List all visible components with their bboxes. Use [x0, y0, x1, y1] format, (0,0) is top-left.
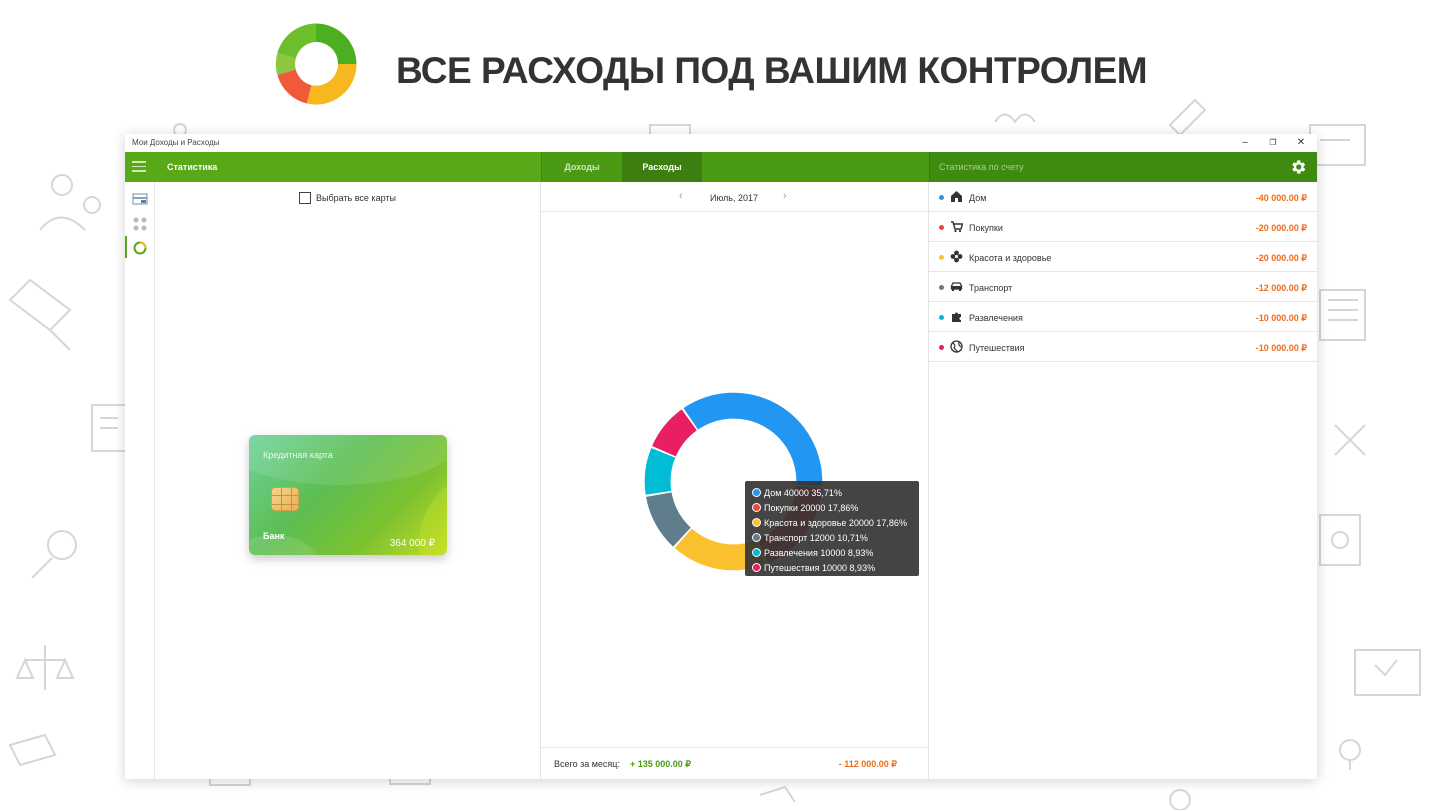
- category-row[interactable]: Красота и здоровье -20 000.00 ₽: [929, 242, 1317, 272]
- legend-dot-icon: [752, 533, 761, 542]
- totals-income: + 135 000.00 ₽: [630, 759, 692, 769]
- category-color-dot: [939, 285, 944, 290]
- tooltip-label: Дом 40000 35,71%: [764, 487, 842, 498]
- category-name: Покупки: [969, 223, 1003, 233]
- tabs-bar: Доходы Расходы: [541, 152, 929, 182]
- tooltip-label: Путешествия 10000 8,93%: [764, 562, 876, 573]
- tooltip-label: Развлечения 10000 8,93%: [764, 547, 874, 558]
- donut-logo-icon: [275, 23, 357, 105]
- category-amount: -10 000.00 ₽: [1255, 313, 1307, 323]
- tab-income[interactable]: Доходы: [542, 152, 622, 182]
- month-navigator: ‹ Июль, 2017 ›: [541, 182, 928, 212]
- card-name: Кредитная карта: [263, 450, 333, 460]
- chart-tooltip: Дом 40000 35,71% Покупки 20000 17,86% Крас…: [745, 481, 919, 576]
- category-amount: -40 000.00 ₽: [1255, 193, 1307, 203]
- category-row[interactable]: Дом -40 000.00 ₽: [929, 182, 1317, 212]
- legend-dot-icon: [752, 503, 761, 512]
- left-nav: [125, 182, 155, 779]
- cards-panel: Выбрать все карты Кредитная карта Банк 3…: [155, 182, 541, 779]
- category-row[interactable]: Путешествия -10 000.00 ₽: [929, 332, 1317, 362]
- tooltip-row: Дом 40000 35,71%: [752, 485, 912, 500]
- category-color-dot: [939, 195, 944, 200]
- category-amount: -12 000.00 ₽: [1255, 283, 1307, 293]
- chart-panel: ‹ Июль, 2017 › Дом 40000 35,71% Покупки 2…: [541, 182, 929, 779]
- totals-label: Всего за месяц:: [554, 759, 620, 769]
- maximize-button[interactable]: ❐: [1261, 135, 1285, 151]
- cart-icon: [951, 221, 963, 233]
- prev-month-button[interactable]: ‹: [679, 190, 683, 202]
- tooltip-row: Покупки 20000 17,86%: [752, 500, 912, 515]
- category-name: Транспорт: [969, 283, 1013, 293]
- close-button[interactable]: ✕: [1289, 135, 1313, 151]
- select-all-checkbox[interactable]: [299, 192, 311, 204]
- cards-icon[interactable]: [132, 191, 148, 207]
- section-title: Статистика: [167, 162, 218, 172]
- minimize-button[interactable]: –: [1233, 135, 1257, 151]
- category-list: Дом -40 000.00 ₽ Покупки -20 000.00 ₽ Красот…: [929, 182, 1317, 779]
- globe-icon: [950, 340, 963, 353]
- house-icon: [951, 191, 962, 202]
- window-titlebar: Мои Доходы и Расходы – ❐ ✕: [125, 134, 1317, 152]
- tooltip-label: Красота и здоровье 20000 17,86%: [764, 517, 907, 528]
- tooltip-label: Транспорт 12000 10,71%: [764, 532, 868, 543]
- donut-slice-1[interactable]: [683, 392, 823, 486]
- month-totals: Всего за месяц: + 135 000.00 ₽ - 112 000…: [541, 747, 928, 779]
- nav-active-indicator: [125, 236, 127, 258]
- account-stats-label: Статистика по счету: [939, 162, 1024, 172]
- window-title: Мои Доходы и Расходы: [132, 138, 220, 147]
- tooltip-row: Путешествия 10000 8,93%: [752, 560, 912, 575]
- month-label: Июль, 2017: [710, 193, 758, 203]
- gear-icon[interactable]: [1289, 158, 1307, 176]
- select-all-row[interactable]: Выбрать все карты: [299, 192, 396, 204]
- statistics-icon[interactable]: [132, 240, 148, 256]
- category-color-dot: [939, 345, 944, 350]
- legend-dot-icon: [752, 548, 761, 557]
- category-name: Красота и здоровье: [969, 253, 1052, 263]
- tooltip-row: Красота и здоровье 20000 17,86%: [752, 515, 912, 530]
- tooltip-row: Транспорт 12000 10,71%: [752, 530, 912, 545]
- category-color-dot: [939, 225, 944, 230]
- toolbar: Статистика Доходы Расходы Статистика по …: [125, 152, 1317, 182]
- category-row[interactable]: Развлечения -10 000.00 ₽: [929, 302, 1317, 332]
- toolbar-left: Статистика: [125, 152, 541, 182]
- categories-icon[interactable]: [132, 216, 148, 232]
- legend-dot-icon: [752, 518, 761, 527]
- tooltip-row: Развлечения 10000 8,93%: [752, 545, 912, 560]
- donut-slice-5[interactable]: [644, 447, 676, 495]
- hamburger-icon[interactable]: [132, 161, 146, 173]
- category-name: Путешествия: [969, 343, 1025, 353]
- card-chip-icon: [271, 487, 299, 511]
- puzzle-icon: [952, 312, 961, 322]
- category-row[interactable]: Транспорт -12 000.00 ₽: [929, 272, 1317, 302]
- category-amount: -20 000.00 ₽: [1255, 223, 1307, 233]
- totals-expense: - 112 000.00 ₽: [838, 759, 897, 769]
- tooltip-label: Покупки 20000 17,86%: [764, 502, 859, 513]
- car-icon: [950, 282, 963, 291]
- card-balance: 364 000 ₽: [389, 538, 435, 549]
- legend-dot-icon: [752, 563, 761, 572]
- category-name: Развлечения: [969, 313, 1023, 323]
- category-name: Дом: [969, 193, 987, 203]
- app-window: Мои Доходы и Расходы – ❐ ✕ Статистика До…: [125, 134, 1317, 779]
- category-color-dot: [939, 255, 944, 260]
- next-month-button[interactable]: ›: [783, 190, 787, 202]
- legend-dot-icon: [752, 488, 761, 497]
- tab-expenses[interactable]: Расходы: [622, 152, 702, 182]
- category-amount: -10 000.00 ₽: [1255, 343, 1307, 353]
- card-bank: Банк: [263, 531, 285, 541]
- category-color-dot: [939, 315, 944, 320]
- toolbar-right: Статистика по счету: [929, 152, 1317, 182]
- category-amount: -20 000.00 ₽: [1255, 253, 1307, 263]
- credit-card[interactable]: Кредитная карта Банк 364 000 ₽: [249, 435, 447, 555]
- select-all-label: Выбрать все карты: [316, 193, 396, 203]
- hero-title: ВСЕ РАСХОДЫ ПОД ВАШИМ КОНТРОЛЕМ: [396, 50, 1148, 91]
- category-row[interactable]: Покупки -20 000.00 ₽: [929, 212, 1317, 242]
- flower-icon: [950, 250, 963, 263]
